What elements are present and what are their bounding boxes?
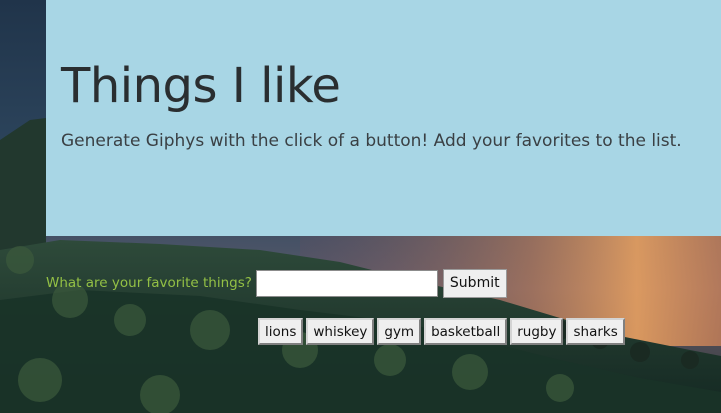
page-title: Things I like — [61, 58, 341, 114]
tag-button-sharks[interactable]: sharks — [566, 318, 625, 345]
tag-button-gym[interactable]: gym — [377, 318, 422, 345]
tag-button-rugby[interactable]: rugby — [510, 318, 564, 345]
header-banner: Things I like Generate Giphys with the c… — [46, 0, 721, 236]
submit-button[interactable]: Submit — [442, 268, 507, 298]
page: Things I like Generate Giphys with the c… — [0, 0, 721, 413]
tag-button-whiskey[interactable]: whiskey — [306, 318, 375, 345]
add-favorite-form: What are your favorite things? Submit — [46, 268, 507, 298]
favorites-button-list: lions whiskey gym basketball rugby shark… — [258, 318, 628, 345]
tag-button-basketball[interactable]: basketball — [424, 318, 508, 345]
page-subtitle: Generate Giphys with the click of a butt… — [61, 131, 682, 151]
favorite-thing-input[interactable] — [255, 269, 438, 297]
tag-button-lions[interactable]: lions — [258, 318, 304, 345]
favorite-things-label: What are your favorite things? — [46, 275, 252, 291]
